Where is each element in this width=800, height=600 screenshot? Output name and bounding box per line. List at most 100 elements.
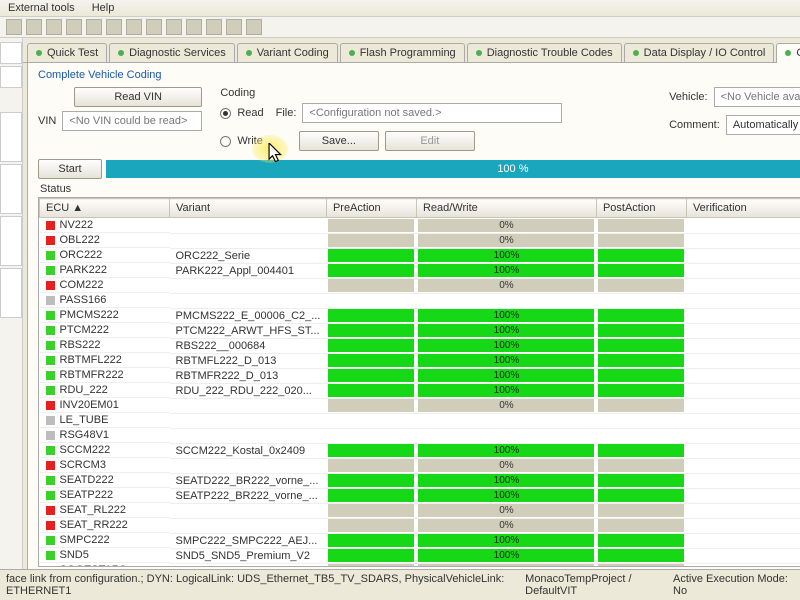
toolbar-icon[interactable] <box>146 19 162 35</box>
vehicle-select[interactable]: <No Vehicle available> <box>714 87 800 107</box>
toolbar-icon[interactable] <box>246 19 262 35</box>
menu-help[interactable]: Help <box>92 2 115 14</box>
ecu-name: INV20EM01 <box>60 399 119 411</box>
table-row[interactable]: COM2220% <box>40 278 800 293</box>
write-radio-label: Write <box>237 135 262 147</box>
tab-data-display-io-control[interactable]: Data Display / IO Control <box>624 43 775 62</box>
ecu-name: RSG48V1 <box>60 429 110 441</box>
table-row[interactable]: RDU_222RDU_222_RDU_222_020...100% <box>40 383 800 398</box>
table-row[interactable]: LE_TUBE <box>40 413 800 428</box>
variant-cell <box>170 563 327 567</box>
tab-quick-test[interactable]: Quick Test <box>27 43 107 62</box>
toolbar-icon[interactable] <box>6 19 22 35</box>
status-dot-icon <box>476 50 482 56</box>
start-button[interactable]: Start <box>38 159 102 179</box>
ecu-name: SEATD222 <box>60 474 114 486</box>
col-verification[interactable]: Verification <box>686 199 800 218</box>
table-row[interactable]: SEAT_RR2220% <box>40 518 800 533</box>
vehicle-label: Vehicle: <box>669 91 708 103</box>
table-row[interactable]: SMPC222SMPC222_SMPC222_AEJ...100% <box>40 533 800 548</box>
progress-cell <box>328 309 414 322</box>
progress-cell: 0% <box>418 504 594 517</box>
sidebar-icon[interactable] <box>0 66 22 88</box>
table-row[interactable]: SOGESTAR20% <box>40 563 800 567</box>
tab-diagnostic-services[interactable]: Diagnostic Services <box>109 43 235 62</box>
table-row[interactable]: PASS166 <box>40 293 800 308</box>
toolbar-icon[interactable] <box>226 19 242 35</box>
progress-cell <box>598 264 684 277</box>
col-postaction[interactable]: PostAction <box>596 199 686 218</box>
table-row[interactable]: RBTMFL222RBTMFL222_D_013100% <box>40 353 800 368</box>
toolbar-icon[interactable] <box>46 19 62 35</box>
progress-cell: 100% <box>418 489 594 502</box>
table-row[interactable]: ORC222ORC222_Serie100% <box>40 248 800 263</box>
read-radio[interactable] <box>220 108 231 119</box>
toolbar-icon[interactable] <box>206 19 222 35</box>
tab-label: Quick Test <box>47 47 98 59</box>
col-readwrite[interactable]: Read/Write <box>416 199 596 218</box>
table-row[interactable]: PTCM222PTCM222_ARWT_HFS_ST...100% <box>40 323 800 338</box>
table-row[interactable]: OBL2220% <box>40 233 800 248</box>
ecu-table[interactable]: ECU ▲ Variant PreAction Read/Write PostA… <box>38 197 800 567</box>
sidebar-icon[interactable] <box>0 268 22 318</box>
table-row[interactable]: SND5SND5_SND5_Premium_V2100% <box>40 548 800 563</box>
progress-cell: 0% <box>418 234 594 247</box>
menu-external-tools[interactable]: External tools <box>8 2 75 14</box>
progress-cell <box>328 489 414 502</box>
col-variant[interactable]: Variant <box>170 199 327 218</box>
progress-cell <box>328 384 414 397</box>
sidebar-icon[interactable] <box>0 112 22 162</box>
toolbar-icon[interactable] <box>166 19 182 35</box>
status-square-icon <box>46 521 55 530</box>
toolbar-icon[interactable] <box>86 19 102 35</box>
toolbar-icon[interactable] <box>106 19 122 35</box>
col-preaction[interactable]: PreAction <box>326 199 416 218</box>
col-ecu[interactable]: ECU ▲ <box>40 199 170 218</box>
table-row[interactable]: NV2220% <box>40 218 800 234</box>
status-mid: MonacoTempProject / DefaultVIT <box>525 573 673 597</box>
table-row[interactable]: SEATD222SEATD222_BR222_vorne_...100% <box>40 473 800 488</box>
tab-label: Data Display / IO Control <box>644 47 766 59</box>
table-row[interactable]: PARK222PARK222_Appl_004401100% <box>40 263 800 278</box>
table-row[interactable]: SCCM222SCCM222_Kostal_0x2409100% <box>40 443 800 458</box>
toolbar-icon[interactable] <box>66 19 82 35</box>
progress-cell <box>598 399 684 412</box>
ecu-name: LE_TUBE <box>60 414 109 426</box>
read-vin-button[interactable]: Read VIN <box>74 87 202 107</box>
toolbar-icon[interactable] <box>126 19 142 35</box>
comment-label: Comment: <box>669 119 720 131</box>
write-radio[interactable] <box>220 136 231 147</box>
table-row[interactable]: SEATP222SEATP222_BR222_vorne_...100% <box>40 488 800 503</box>
sidebar-icon[interactable] <box>0 42 22 64</box>
tab-diagnostic-trouble-codes[interactable]: Diagnostic Trouble Codes <box>467 43 622 62</box>
table-row[interactable]: RBS222RBS222__000684100% <box>40 338 800 353</box>
vin-field[interactable]: <No VIN could be read> <box>62 111 202 131</box>
sidebar-icon[interactable] <box>0 164 22 214</box>
ecu-name: RBS222 <box>60 339 101 351</box>
ecu-name: SND5 <box>60 549 89 561</box>
table-row[interactable]: SCRCM30% <box>40 458 800 473</box>
sidebar-icon[interactable] <box>0 216 22 266</box>
progress-cell <box>598 459 684 472</box>
table-row[interactable]: PMCMS222PMCMS222_E_00006_C2_...100% <box>40 308 800 323</box>
save-button[interactable]: Save... <box>299 131 379 151</box>
table-row[interactable]: INV20EM010% <box>40 398 800 413</box>
table-row[interactable]: RSG48V1 <box>40 428 800 443</box>
status-square-icon <box>46 251 55 260</box>
progress-cell <box>598 324 684 337</box>
progress-cell: 100% <box>418 354 594 367</box>
table-row[interactable]: RBTMFR222RBTMFR222_D_013100% <box>40 368 800 383</box>
status-dot-icon <box>785 50 791 56</box>
tab-complete-vehicle-coding[interactable]: Complete Vehicle Coding <box>776 43 800 63</box>
status-dot-icon <box>118 50 124 56</box>
edit-button[interactable]: Edit <box>385 131 475 151</box>
table-row[interactable]: SEAT_RL2220% <box>40 503 800 518</box>
comment-field[interactable]: Automatically generated <box>726 115 800 135</box>
toolbar-icon[interactable] <box>186 19 202 35</box>
toolbar-icon[interactable] <box>26 19 42 35</box>
progress-cell: 100% <box>418 369 594 382</box>
progress-cell: 100% <box>418 324 594 337</box>
tab-flash-programming[interactable]: Flash Programming <box>340 43 465 62</box>
file-field[interactable]: <Configuration not saved.> <box>302 103 562 123</box>
tab-variant-coding[interactable]: Variant Coding <box>237 43 338 62</box>
